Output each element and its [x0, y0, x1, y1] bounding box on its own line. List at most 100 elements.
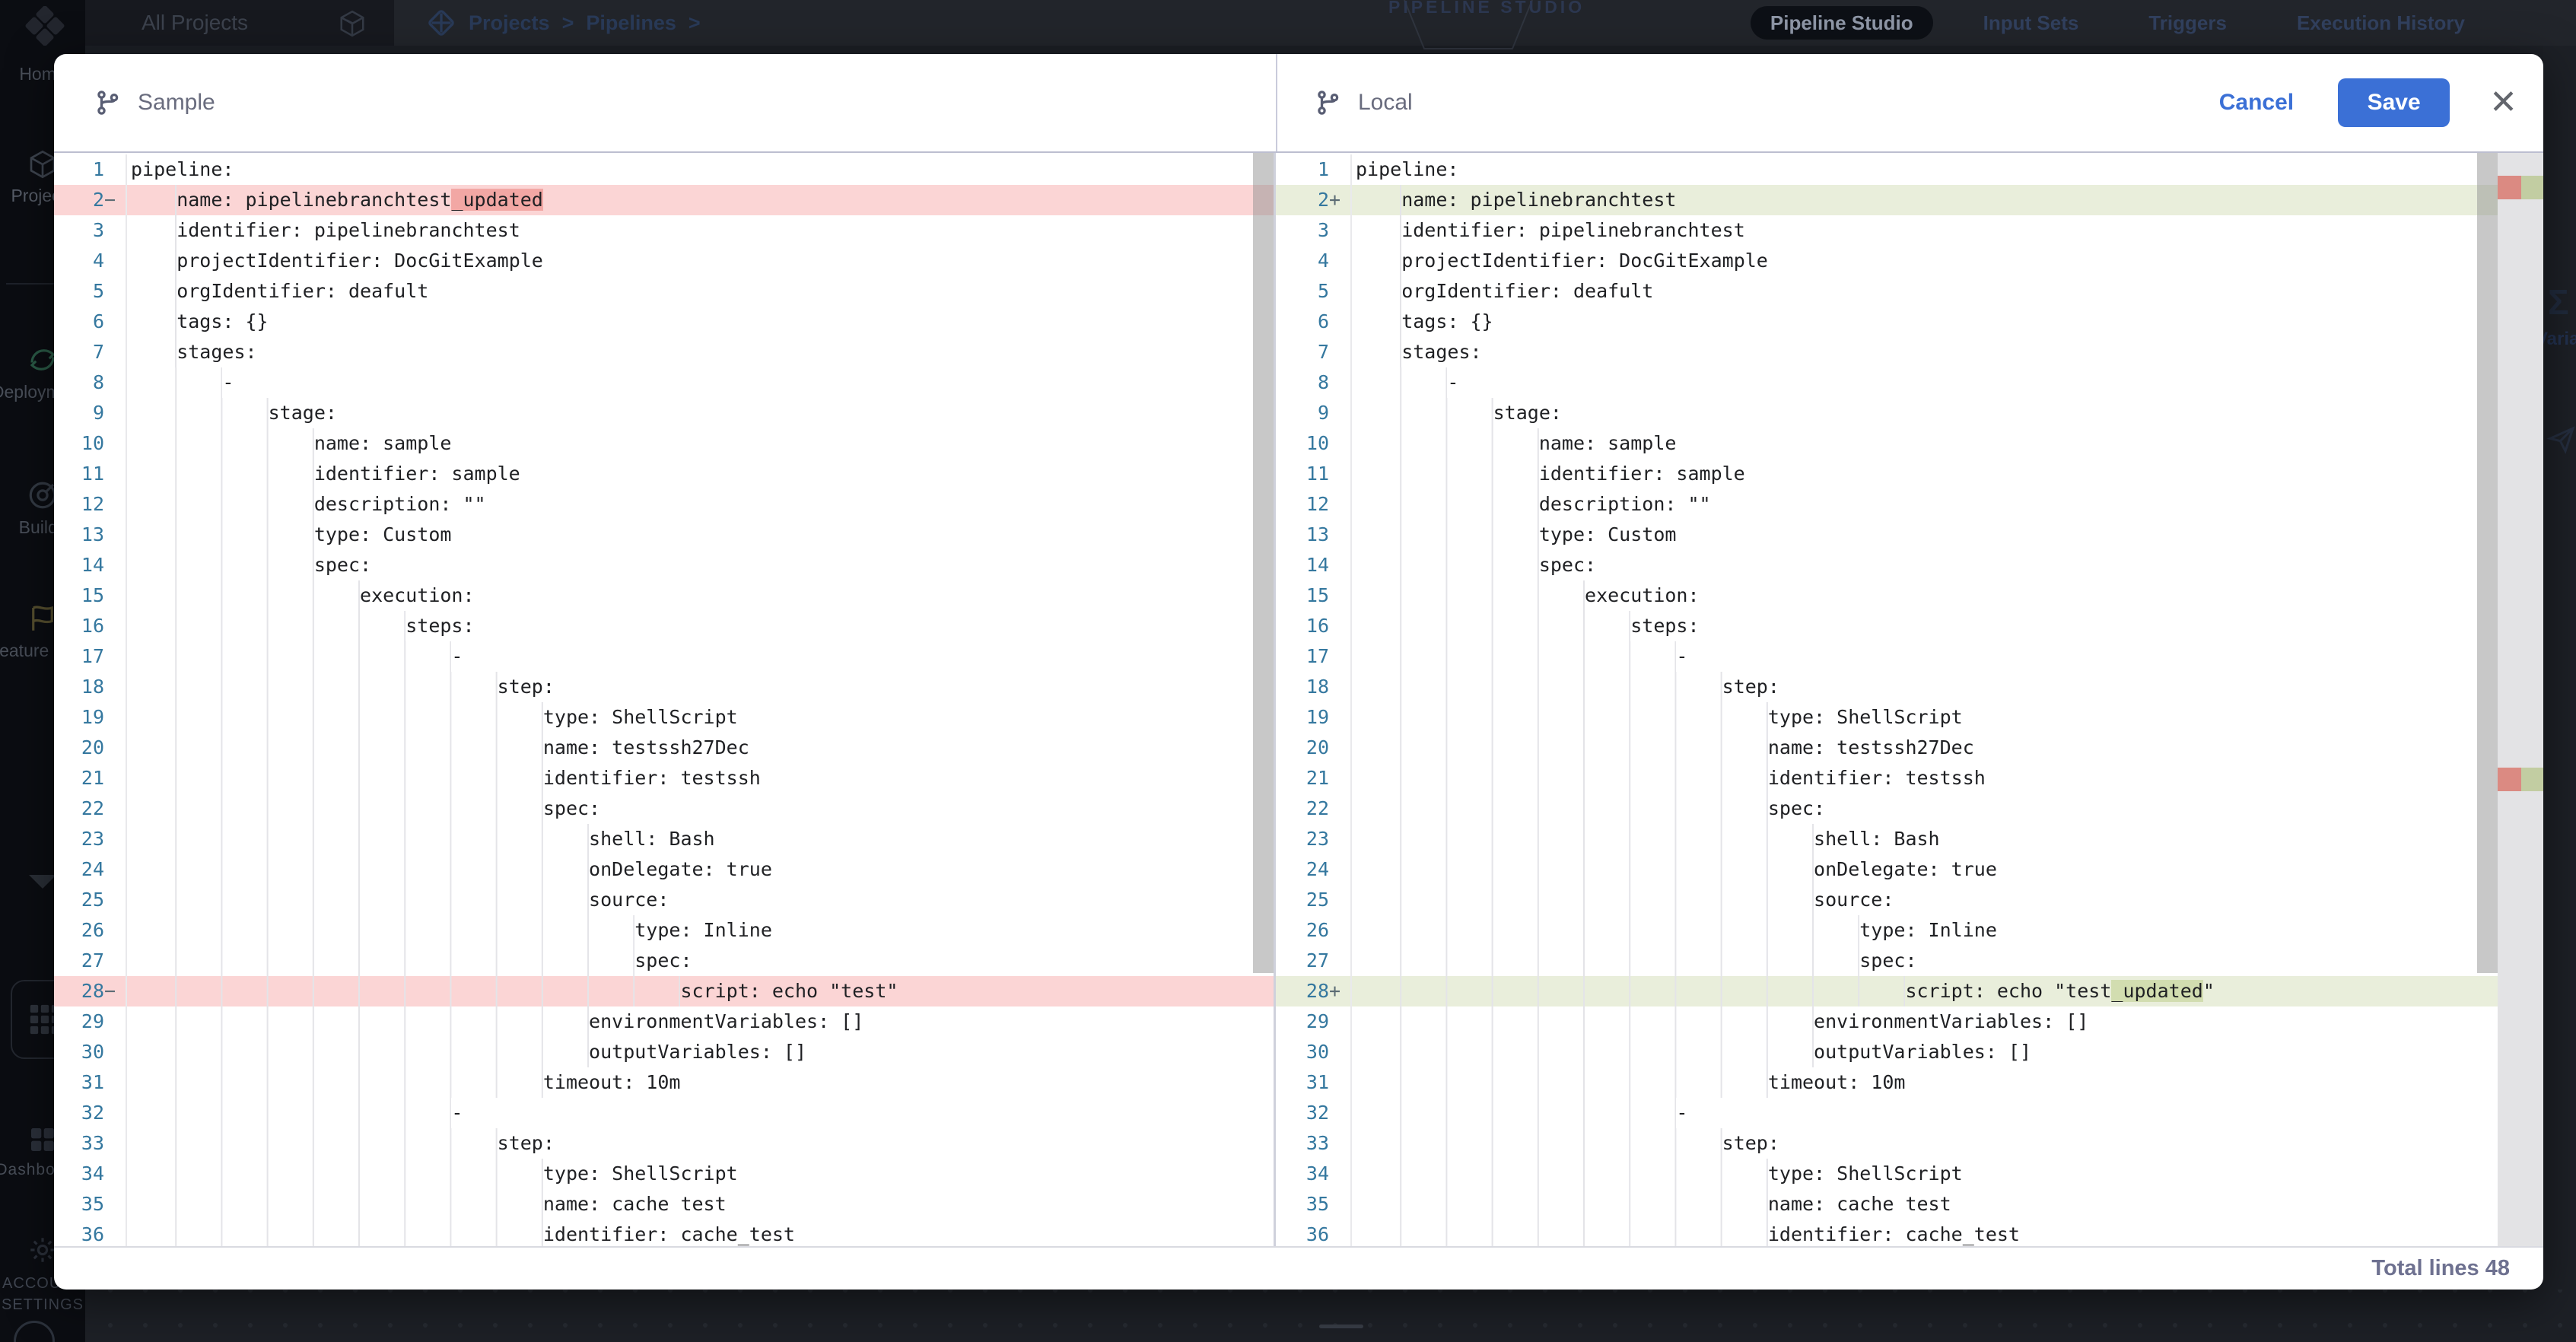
code-line[interactable]: source:: [1350, 885, 2543, 915]
code-line[interactable]: source:: [126, 885, 1274, 915]
code-line[interactable]: pipeline:: [126, 154, 1274, 185]
code-line[interactable]: spec:: [1350, 793, 2543, 824]
code-line[interactable]: -: [126, 641, 1274, 672]
code-row: 31timeout: 10m: [54, 1067, 1274, 1098]
save-button[interactable]: Save: [2338, 78, 2450, 127]
code-line[interactable]: name: cache test: [126, 1189, 1274, 1220]
code-line[interactable]: stage:: [1350, 398, 2543, 428]
diff-marker: [104, 1037, 121, 1067]
tab-pipeline-studio[interactable]: Pipeline Studio: [1751, 6, 1933, 40]
code-line[interactable]: type: ShellScript: [126, 1159, 1274, 1189]
code-line[interactable]: onDelegate: true: [126, 854, 1274, 885]
code-line[interactable]: orgIdentifier: deafult: [1350, 276, 2543, 307]
code-line[interactable]: step:: [126, 1128, 1274, 1159]
code-line[interactable]: outputVariables: []: [1350, 1037, 2543, 1067]
breadcrumb-item[interactable]: Pipelines: [586, 11, 676, 35]
code-line[interactable]: type: Custom: [126, 520, 1274, 550]
code-line[interactable]: step:: [1350, 672, 2543, 702]
code-line[interactable]: name: pipelinebranchtest_updated: [126, 185, 1274, 215]
code-line[interactable]: timeout: 10m: [1350, 1067, 2543, 1098]
variables-sigma-icon[interactable]: Σ: [2548, 281, 2569, 323]
code-line[interactable]: type: ShellScript: [1350, 1159, 2543, 1189]
code-line[interactable]: tags: {}: [1350, 307, 2543, 337]
code-line[interactable]: shell: Bash: [126, 824, 1274, 854]
code-line[interactable]: identifier: cache_test: [126, 1220, 1274, 1246]
code-line[interactable]: environmentVariables: []: [1350, 1006, 2543, 1037]
code-line[interactable]: name: testssh27Dec: [126, 733, 1274, 763]
close-icon[interactable]: ✕: [2489, 86, 2517, 119]
code-line[interactable]: type: ShellScript: [1350, 702, 2543, 733]
code-line[interactable]: identifier: sample: [126, 459, 1274, 489]
line-number: 6: [1318, 307, 1329, 337]
cancel-button[interactable]: Cancel: [2219, 90, 2294, 116]
line-number: 19: [1306, 702, 1329, 733]
code-line[interactable]: type: Inline: [1350, 915, 2543, 946]
code-line[interactable]: tags: {}: [126, 307, 1274, 337]
breadcrumb[interactable]: Projects > Pipelines >: [426, 0, 701, 46]
notify-kite-icon[interactable]: [2546, 425, 2576, 455]
code-line[interactable]: shell: Bash: [1350, 824, 2543, 854]
code-line[interactable]: spec:: [1350, 946, 2543, 976]
code-line[interactable]: identifier: pipelinebranchtest: [126, 215, 1274, 246]
code-line[interactable]: step:: [126, 672, 1274, 702]
code-line[interactable]: name: sample: [1350, 428, 2543, 459]
code-line[interactable]: script: echo "test_updated": [1350, 976, 2543, 1006]
code-text: spec:: [543, 793, 600, 824]
code-line[interactable]: name: cache test: [1350, 1189, 2543, 1220]
project-selector[interactable]: All Projects: [85, 0, 394, 46]
code-line[interactable]: name: sample: [126, 428, 1274, 459]
code-line[interactable]: -: [126, 367, 1274, 398]
code-line[interactable]: onDelegate: true: [1350, 854, 2543, 885]
code-line[interactable]: -: [126, 1098, 1274, 1128]
breadcrumb-item[interactable]: Projects: [469, 11, 550, 35]
code-line[interactable]: execution:: [1350, 580, 2543, 611]
code-line[interactable]: steps:: [126, 611, 1274, 641]
code-line[interactable]: script: echo "test": [126, 976, 1274, 1006]
code-line[interactable]: projectIdentifier: DocGitExample: [1350, 246, 2543, 276]
diff-marker: [104, 550, 121, 580]
indent-guides: [131, 398, 269, 428]
code-line[interactable]: stages:: [126, 337, 1274, 367]
code-line[interactable]: name: pipelinebranchtest: [1350, 185, 2543, 215]
code-line[interactable]: outputVariables: []: [126, 1037, 1274, 1067]
code-line[interactable]: -: [1350, 1098, 2543, 1128]
code-line[interactable]: step:: [1350, 1128, 2543, 1159]
code-line[interactable]: name: testssh27Dec: [1350, 733, 2543, 763]
tab-triggers[interactable]: Triggers: [2129, 6, 2247, 40]
indent-guides: [1356, 459, 1539, 489]
code-line[interactable]: projectIdentifier: DocGitExample: [126, 246, 1274, 276]
tab-execution-history[interactable]: Execution History: [2277, 6, 2485, 40]
code-line[interactable]: identifier: pipelinebranchtest: [1350, 215, 2543, 246]
code-line[interactable]: type: Inline: [126, 915, 1274, 946]
code-line[interactable]: spec:: [126, 793, 1274, 824]
code-line[interactable]: description: "": [126, 489, 1274, 520]
code-line[interactable]: type: ShellScript: [126, 702, 1274, 733]
code-line[interactable]: orgIdentifier: deafult: [126, 276, 1274, 307]
code-line[interactable]: -: [1350, 367, 2543, 398]
code-line[interactable]: environmentVariables: []: [126, 1006, 1274, 1037]
code-line[interactable]: identifier: cache_test: [1350, 1220, 2543, 1246]
code-line[interactable]: identifier: testssh: [126, 763, 1274, 793]
code-line[interactable]: stage:: [126, 398, 1274, 428]
code-text: timeout: 10m: [543, 1067, 681, 1098]
code-line[interactable]: stages:: [1350, 337, 2543, 367]
code-line[interactable]: type: Custom: [1350, 520, 2543, 550]
left-scrollbar-thumb[interactable]: [1253, 153, 1274, 973]
code-row: 17-: [1276, 641, 2543, 672]
diff-overview-ruler[interactable]: [2498, 153, 2543, 1246]
code-line[interactable]: identifier: sample: [1350, 459, 2543, 489]
code-line[interactable]: identifier: testssh: [1350, 763, 2543, 793]
code-line[interactable]: timeout: 10m: [126, 1067, 1274, 1098]
tab-input-sets[interactable]: Input Sets: [1964, 6, 2099, 40]
code-line[interactable]: spec:: [126, 946, 1274, 976]
code-line[interactable]: spec:: [1350, 550, 2543, 580]
user-avatar[interactable]: [14, 1321, 55, 1342]
code-line[interactable]: description: "": [1350, 489, 2543, 520]
code-line[interactable]: -: [1350, 641, 2543, 672]
code-line[interactable]: execution:: [126, 580, 1274, 611]
right-scrollbar-thumb[interactable]: [2477, 153, 2498, 973]
diff-marker: [1329, 885, 1346, 915]
code-line[interactable]: steps:: [1350, 611, 2543, 641]
code-line[interactable]: pipeline:: [1350, 154, 2543, 185]
code-line[interactable]: spec:: [126, 550, 1274, 580]
